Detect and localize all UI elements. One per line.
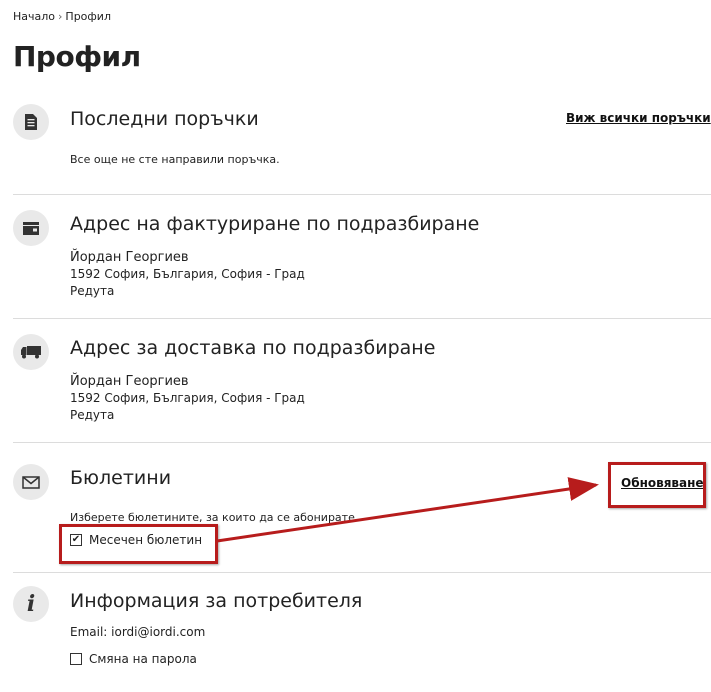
annotation-arrow	[216, 477, 599, 543]
